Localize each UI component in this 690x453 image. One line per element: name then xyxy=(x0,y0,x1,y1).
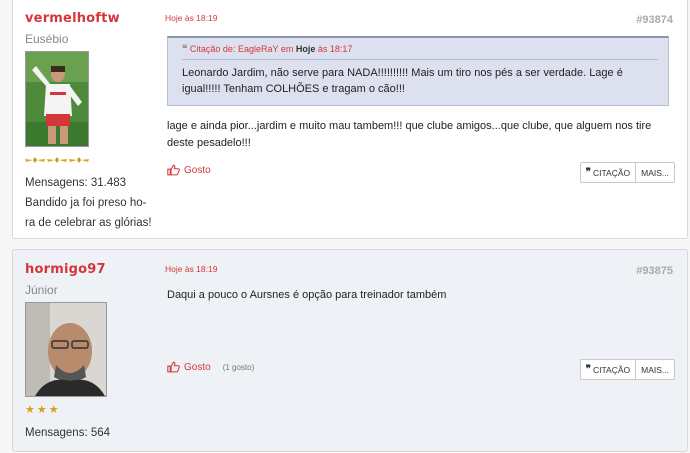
quote-mark-icon: ❞ xyxy=(585,364,591,375)
quote-when: Hoje xyxy=(295,44,316,54)
post-actions: ❞ CITAÇÃO MAIS... xyxy=(579,359,675,380)
forum-post: vermelhoftw Eusébio Mensagens: 31.483 Ba… xyxy=(12,0,688,239)
star-icon: ★ xyxy=(48,403,59,416)
user-panel: vermelhoftw Eusébio Mensagens: 31.483 Ba… xyxy=(25,11,165,233)
quote-button-label: CITAÇÃO xyxy=(592,167,631,178)
message-count: Mensagens: 564 xyxy=(25,427,111,439)
quote-button[interactable]: ❞ CITAÇÃO xyxy=(581,163,636,182)
user-panel: hormigo97 Júnior ★ ★ ★ Mensagens: 564 xyxy=(25,262,165,443)
rank-stars: ★ ★ ★ xyxy=(25,403,165,417)
username-link[interactable]: hormigo97 xyxy=(25,262,165,277)
star-icon: ★ xyxy=(25,403,35,416)
like-button[interactable]: Gosto xyxy=(167,164,211,176)
post-date[interactable]: Hoje às 18:19 xyxy=(165,13,217,23)
user-signature: Bandido ja foi preso ho-ra de celebrar a… xyxy=(25,197,152,229)
like-label: Gosto xyxy=(184,361,211,373)
post-number[interactable]: #93874 xyxy=(636,14,673,26)
more-button[interactable]: MAIS... xyxy=(635,163,674,182)
post-body: lage e ainda pior...jardim e muito mau t… xyxy=(167,120,652,149)
rank-wing-icon xyxy=(69,155,89,165)
message-count: Mensagens: 31.483 xyxy=(25,177,127,189)
star-icon: ★ xyxy=(36,403,47,416)
post-actions: ❞ CITAÇÃO MAIS... xyxy=(579,162,675,183)
quote-prefix: Citação de: xyxy=(189,44,238,54)
thumbs-up-icon xyxy=(167,164,180,176)
quote-header: ❝ Citação de: EagleRaY em Hoje às 18:17 xyxy=(182,44,658,60)
like-label: Gosto xyxy=(184,164,211,176)
rank-wing-icon xyxy=(25,155,45,165)
rank-stars xyxy=(25,153,165,167)
quote-author-link[interactable]: EagleRaY xyxy=(238,44,278,54)
username-link[interactable]: vermelhoftw xyxy=(25,11,165,26)
avatar[interactable] xyxy=(25,51,89,147)
quote-block: ❝ Citação de: EagleRaY em Hoje às 18:17 … xyxy=(167,36,669,106)
quote-sep1: em xyxy=(278,44,296,54)
user-rank: Eusébio xyxy=(25,32,69,46)
quote-text: Leonardo Jardim, não serve para NADA!!!!… xyxy=(182,67,623,95)
quote-button-label: CITAÇÃO xyxy=(592,364,631,375)
post-body: Daqui a pouco o Aursnes é opção para tre… xyxy=(167,289,447,301)
user-rank: Júnior xyxy=(25,283,58,297)
rank-wing-icon xyxy=(47,155,67,165)
thumbs-up-icon xyxy=(167,361,180,373)
forum-post: hormigo97 Júnior ★ ★ ★ Mensagens: 564 Ho… xyxy=(12,249,688,452)
post-number[interactable]: #93875 xyxy=(636,265,673,277)
quote-sep2: às 18:17 xyxy=(315,44,353,54)
quote-mark-icon: ❞ xyxy=(585,167,591,178)
like-count[interactable]: (1 gosto) xyxy=(223,363,255,372)
post-date[interactable]: Hoje às 18:19 xyxy=(165,264,217,274)
quote-button[interactable]: ❞ CITAÇÃO xyxy=(581,360,636,379)
more-button[interactable]: MAIS... xyxy=(635,360,674,379)
quote-mark-icon: ❝ xyxy=(182,44,188,55)
like-button[interactable]: Gosto (1 gosto) xyxy=(167,361,254,373)
avatar[interactable] xyxy=(25,302,107,397)
